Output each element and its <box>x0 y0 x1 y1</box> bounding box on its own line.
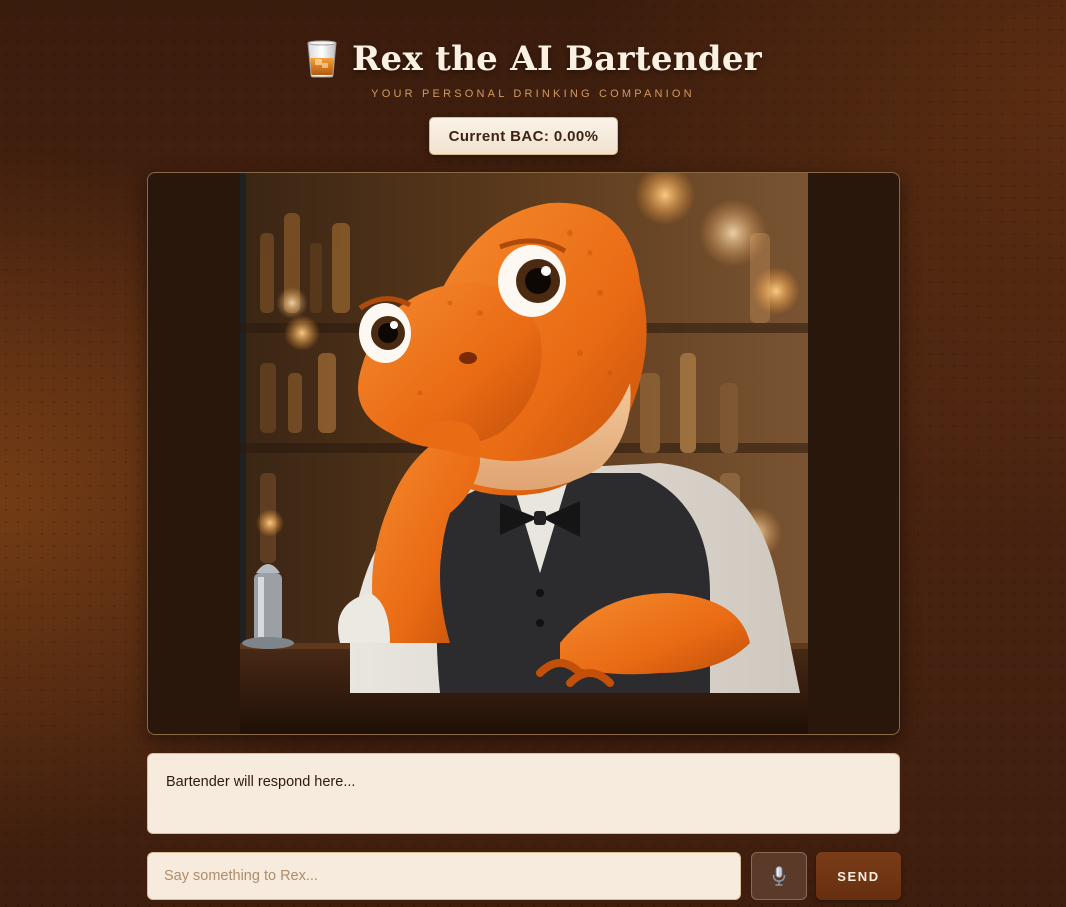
bartender-response: Bartender will respond here... <box>147 753 900 834</box>
whiskey-glass-icon <box>307 40 337 78</box>
bartender-image-frame <box>147 172 900 735</box>
mic-button[interactable] <box>751 852 807 900</box>
chat-input[interactable] <box>147 852 741 900</box>
bac-badge: Current BAC: 0.00% <box>429 117 618 155</box>
page-title: Rex the AI Bartender <box>351 39 763 79</box>
bartender-image <box>240 173 808 734</box>
page-subtitle: YOUR PERSONAL DRINKING COMPANION <box>371 88 695 100</box>
send-button[interactable]: SEND <box>816 852 901 900</box>
page-header: Rex the AI Bartender YOUR PERSONAL DRINK… <box>0 36 1066 100</box>
title-row: Rex the AI Bartender <box>0 36 1066 82</box>
microphone-icon <box>772 866 786 886</box>
